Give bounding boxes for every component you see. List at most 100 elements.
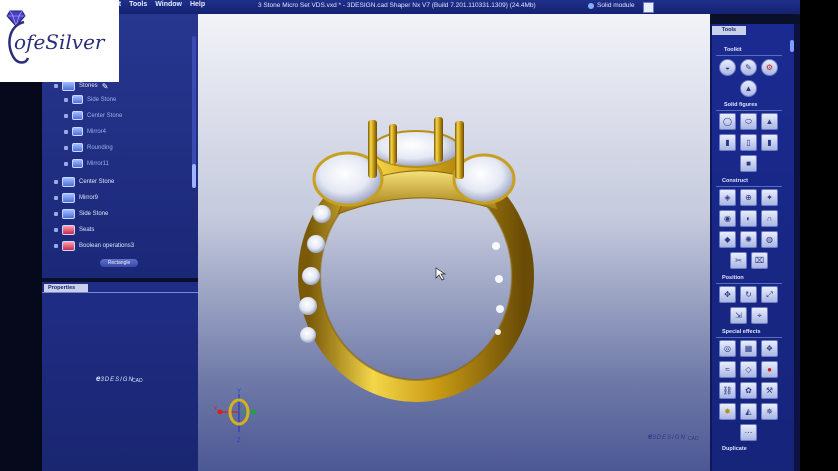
menu-item-window[interactable]: Window [155, 1, 182, 8]
construct-trim-icon[interactable]: ⌧ [751, 252, 768, 269]
section-position: Position [722, 275, 744, 281]
stone-icon [62, 177, 75, 187]
menu-item-tools[interactable]: Tools [129, 1, 147, 8]
toolkit-gear-icon[interactable]: ⚙ [761, 59, 778, 76]
tube-figure-icon[interactable]: ▯ [740, 134, 757, 151]
effect-filigree-icon[interactable]: ✿ [740, 382, 757, 399]
menu-items: rt Tools Window Help [116, 1, 205, 8]
box-figure-icon[interactable]: ■ [740, 155, 757, 172]
ellipse-figure-icon[interactable]: ⬭ [740, 113, 757, 130]
cylinder-figure-icon[interactable]: ▮ [719, 134, 736, 151]
pipe-figure-icon[interactable]: ▮ [761, 134, 778, 151]
construct-bend-icon[interactable]: ∩ [761, 210, 778, 227]
tree-item-label: Side Stone [79, 211, 109, 217]
expand-icon[interactable] [64, 145, 68, 150]
expand-icon[interactable] [54, 84, 58, 88]
section-divider [716, 55, 782, 56]
expand-icon[interactable] [64, 113, 68, 118]
stone-icon [72, 111, 83, 120]
construct-revolve-icon[interactable]: ✦ [761, 189, 778, 206]
construct-cut-icon[interactable]: ✂ [730, 252, 747, 269]
restore-window-button[interactable] [643, 2, 654, 13]
expand-icon[interactable] [64, 161, 68, 166]
tree-item-label: Stones [79, 83, 98, 89]
expand-icon[interactable] [64, 129, 68, 134]
left-dark-strip [0, 14, 42, 471]
module-indicator[interactable]: Solid module [588, 2, 635, 9]
logo-brand: 3DESIGN [100, 377, 134, 383]
construct-shell-icon[interactable]: ◍ [761, 231, 778, 248]
effect-sparkle-icon[interactable]: ✸ [719, 403, 736, 420]
effect-more-icon[interactable]: ⋯ [740, 424, 757, 441]
construct-extrude-icon[interactable]: ◆ [719, 231, 736, 248]
tree-item-mirror4[interactable]: Mirror4 [64, 127, 106, 136]
effect-texture-icon[interactable]: ▦ [740, 340, 757, 357]
3design-logo-viewport: e3DESIGN CAD [648, 426, 699, 444]
properties-tab[interactable]: Properties [44, 284, 88, 292]
toolkit-cone-icon[interactable]: ▲ [740, 80, 757, 97]
toolkit-shape-icon[interactable]: ◒ [719, 59, 736, 76]
tree-scroll-thumb[interactable] [192, 164, 196, 188]
toolkit-brush-icon[interactable]: ✎ [740, 59, 757, 76]
tree-item-label: Rounding [87, 144, 113, 151]
section-solid-figures: Solid figures [724, 102, 758, 108]
tree-item-stones[interactable]: Stones ✎ [54, 81, 108, 91]
rectangle-button[interactable]: Rectangle [100, 259, 138, 267]
effect-hammer-icon[interactable]: ⚒ [761, 382, 778, 399]
screen-right-edge [800, 0, 838, 471]
cone-figure-icon[interactable]: ▲ [761, 113, 778, 130]
position-rotate-icon[interactable]: ↻ [740, 286, 757, 303]
brand-logo: ofeSilver [0, 0, 119, 82]
expand-icon[interactable] [54, 212, 58, 216]
ring-figure-icon[interactable]: ◯ [719, 113, 736, 130]
tree-item-seats[interactable]: Seats [54, 225, 94, 235]
construct-morph-icon[interactable]: ◐ [740, 210, 757, 227]
effect-gem-icon[interactable]: ● [761, 361, 778, 378]
orientation-gizmo[interactable]: Y Z x [214, 389, 257, 444]
construct-rail-icon[interactable]: ◉ [719, 210, 736, 227]
tree-item-center-stone-sub[interactable]: Center Stone [64, 111, 122, 120]
effect-emboss-icon[interactable]: ◎ [719, 340, 736, 357]
tools-scroll-thumb[interactable] [790, 40, 794, 52]
effect-engrave-icon[interactable]: ◇ [740, 361, 757, 378]
tree-item-boolean-operations3[interactable]: Boolean operations3 [54, 241, 134, 251]
expand-icon[interactable] [54, 228, 58, 232]
tree-item-rounding[interactable]: Rounding [64, 143, 113, 152]
construct-sweep-icon[interactable]: ⊕ [740, 189, 757, 206]
effect-mesh-icon[interactable]: ✵ [761, 403, 778, 420]
tree-item-mirror9[interactable]: Mirror9 [54, 193, 98, 203]
tree-item-mirror11[interactable]: Mirror11 [64, 159, 109, 168]
ring-model[interactable]: Y Z x [198, 14, 710, 471]
tools-tab[interactable]: Tools [712, 26, 746, 35]
3d-viewport[interactable]: Y Z x e3DESIGN CAD [198, 14, 710, 471]
expand-icon[interactable] [54, 244, 58, 248]
mirror-icon [72, 127, 83, 136]
construct-twist-icon[interactable]: ✺ [740, 231, 757, 248]
tools-topbar [710, 14, 794, 24]
construct-loft-icon[interactable]: ◈ [719, 189, 736, 206]
tree-item-label: Mirror11 [87, 160, 109, 167]
expand-icon[interactable] [54, 180, 58, 184]
position-snap-icon[interactable]: ⌖ [751, 307, 768, 324]
seats-icon [62, 225, 75, 235]
menu-item-help[interactable]: Help [190, 1, 205, 8]
section-divider [716, 186, 782, 187]
position-scale-icon[interactable]: ⤢ [761, 286, 778, 303]
position-move-icon[interactable]: ✥ [719, 286, 736, 303]
section-duplicate: Duplicate [722, 446, 747, 452]
mirror-icon [62, 193, 75, 203]
tree-item-label: Side Stone [87, 96, 117, 103]
boolean-icon [62, 241, 75, 251]
effect-pave-icon[interactable]: ❖ [761, 340, 778, 357]
expand-icon[interactable] [54, 196, 58, 200]
expand-icon[interactable] [64, 97, 68, 102]
tree-item-center-stone[interactable]: Center Stone [54, 177, 114, 187]
group-icon [62, 81, 75, 91]
effect-chain-icon[interactable]: ⛓ [719, 382, 736, 399]
position-align-icon[interactable]: ⇲ [730, 307, 747, 324]
effect-relief-icon[interactable]: ◭ [740, 403, 757, 420]
section-construct: Construct [722, 178, 748, 184]
tree-item-side-stone[interactable]: Side Stone [64, 95, 116, 104]
tree-item-side-stone-2[interactable]: Side Stone [54, 209, 108, 219]
effect-wave-icon[interactable]: ≈ [719, 361, 736, 378]
